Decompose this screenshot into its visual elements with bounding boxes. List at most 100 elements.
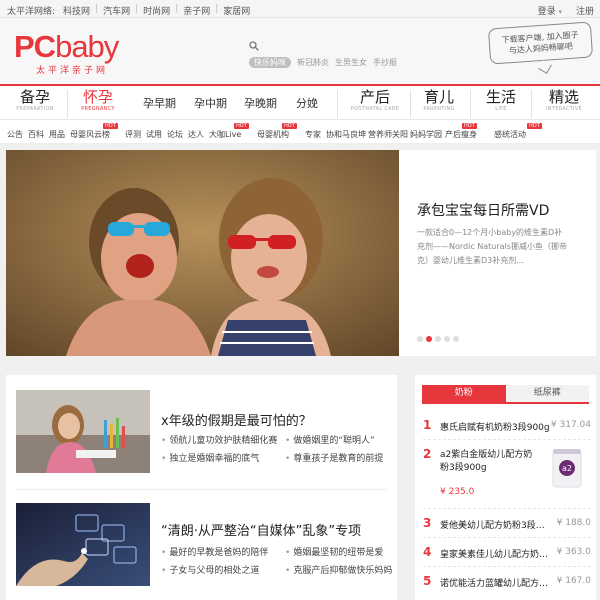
rank-number: 2	[423, 447, 432, 461]
channel-label: 生活	[485, 88, 516, 106]
site-logo[interactable]: PCbaby 太平洋亲子网	[14, 29, 119, 76]
tag-link[interactable]: 评测	[125, 129, 141, 140]
hot-badge: HOT	[103, 123, 118, 129]
slider-dot[interactable]	[417, 336, 423, 342]
slider-dots	[417, 336, 459, 342]
channel-life[interactable]: 生活 LIFE	[476, 89, 526, 119]
channel-sub-late[interactable]: 孕晚期	[244, 95, 277, 111]
tag-link[interactable]: 母婴机构	[257, 129, 289, 140]
network-link-auto[interactable]: 汽车网	[103, 4, 130, 17]
hot-badge: HOT	[462, 123, 477, 129]
divider	[67, 90, 68, 118]
article-sublink[interactable]: 婚姻最坚韧的纽带是爱	[285, 545, 383, 558]
channel-preparation[interactable]: 备孕 PREPARATION	[8, 89, 62, 119]
hot-word[interactable]: 快乐妈咪	[249, 57, 291, 68]
rank-number: 3	[423, 516, 432, 530]
article-title[interactable]: “清朗·从严整治“自媒体”乱象”专项	[161, 520, 361, 539]
app-download-bubble[interactable]: 下载客户端, 加入圈子 与达人妈妈畅聊吧	[487, 21, 594, 65]
site-header: PCbaby 太平洋亲子网 快乐妈咪 新冠肺炎 生男生女 手抄报 下载客户端, …	[0, 18, 600, 84]
article-sublink[interactable]: 尊重孩子是教育的前提	[285, 451, 383, 464]
channel-en-label: PREGNANCY	[81, 106, 115, 112]
login-link[interactable]: 登录 ▾	[538, 4, 562, 17]
tag-link[interactable]: 感统活动	[494, 129, 526, 140]
network-link-home[interactable]: 家居网	[223, 4, 250, 17]
logo-subtitle: 太平洋亲子网	[36, 66, 109, 76]
tag-link[interactable]: 营养师关阳	[368, 129, 408, 140]
tag-link[interactable]: 公告	[7, 129, 23, 140]
tag-link[interactable]: 专家	[305, 129, 321, 140]
hero-title[interactable]: 承包宝宝每日所需VD	[417, 200, 549, 220]
channel-interactive[interactable]: 精选 INTERACTIVE	[537, 89, 591, 119]
hot-word[interactable]: 新冠肺炎	[297, 57, 329, 68]
tag-link[interactable]: 妈妈学园	[410, 129, 442, 140]
logo-baby: baby	[55, 29, 119, 64]
search-icon[interactable]	[249, 41, 259, 51]
network-link-fashion[interactable]: 时尚网	[143, 4, 170, 17]
article-sublink[interactable]: 子女与父母的相处之道	[161, 563, 259, 576]
slider-dot[interactable]	[444, 336, 450, 342]
hot-word[interactable]: 生男生女	[335, 57, 367, 68]
rank-divider	[423, 439, 591, 440]
article-sublink[interactable]: 独立是婚姻幸福的底气	[161, 451, 259, 464]
slider-dot[interactable]	[435, 336, 441, 342]
product-ranking: 奶粉 纸尿裤 1 惠氏启赋有机奶粉3段900g ¥ 317.04 2 a2紫白金…	[415, 375, 596, 600]
article-sublink[interactable]: 领航儿童功效护肤精细化赛	[161, 433, 277, 446]
hero-image[interactable]	[6, 150, 399, 356]
hot-word[interactable]: 手抄报	[373, 57, 397, 68]
network-link-baby[interactable]: 亲子网	[183, 4, 210, 17]
rank-price: ¥ 167.0	[556, 576, 591, 586]
rank-number: 5	[423, 574, 432, 588]
tab-formula[interactable]: 奶粉	[422, 385, 506, 402]
article-sublink[interactable]: 做婚姻里的“聪明人”	[285, 433, 374, 446]
rank-divider	[423, 508, 591, 509]
tag-bar: 公告 百科 用品 母婴风云榜 HOT 评测 试用 论坛 达人 大咖Live HO…	[0, 120, 600, 144]
divider	[337, 90, 338, 118]
rank-product-name: 皇家美素佳儿幼儿配方奶粉3...	[440, 550, 550, 560]
tag-link[interactable]: 百科	[28, 129, 44, 140]
tag-link[interactable]: 协和马良坤	[326, 129, 366, 140]
channel-en-label: PREPARATION	[16, 106, 54, 112]
divider	[531, 90, 532, 118]
article-sublink[interactable]: 最好的早教是爸妈的陪伴	[161, 545, 268, 558]
ranking-item-featured[interactable]: 2 a2紫白金版幼儿配方奶粉3段900g ¥ 235.0 a2	[423, 447, 591, 505]
article-title[interactable]: x年级的假期是最可怕的？	[161, 410, 312, 429]
slider-dot[interactable]	[453, 336, 459, 342]
divider	[470, 90, 471, 118]
hero-slider: 承包宝宝每日所需VD 一款适合0—12个月小baby的维生素D补充剂——Nord…	[6, 150, 596, 356]
channel-en-label: LIFE	[495, 106, 507, 112]
article-thumbnail[interactable]	[16, 503, 150, 586]
tag-link[interactable]: 达人	[188, 129, 204, 140]
article-thumbnail[interactable]	[16, 390, 150, 473]
tag-link[interactable]: 母婴风云榜	[70, 129, 110, 140]
rank-product-name: 诺优能活力蓝罐幼儿配方奶...	[440, 579, 550, 589]
tag-link[interactable]: 试用	[146, 129, 162, 140]
search-input[interactable]	[263, 39, 453, 53]
channel-sub-middle[interactable]: 孕中期	[194, 95, 227, 111]
register-link[interactable]: 注册	[576, 4, 594, 17]
login-label: 登录	[537, 7, 556, 17]
rank-number: 1	[423, 418, 432, 432]
channel-postnatal[interactable]: 产后 POSTNATAL CARE	[343, 89, 407, 119]
hot-badge: HOT	[282, 123, 297, 129]
channel-sub-early[interactable]: 孕早期	[143, 95, 176, 111]
network-link-tech[interactable]: 科技网	[63, 4, 90, 17]
bubble-tail	[538, 60, 552, 74]
channel-sub-birth[interactable]: 分娩	[296, 95, 318, 111]
channel-parenting[interactable]: 育儿 PARENTING	[414, 89, 464, 119]
chevron-down-icon: ▾	[558, 8, 562, 16]
tag-link[interactable]: 用品	[49, 129, 65, 140]
channel-pregnancy[interactable]: 怀孕 PREGNANCY	[72, 89, 124, 119]
tab-diapers[interactable]: 纸尿裤	[505, 385, 589, 402]
hot-badge: HOT	[234, 123, 249, 129]
tag-link[interactable]: 大咖Live	[209, 129, 241, 140]
network-bar: 太平洋网络: 科技网 | 汽车网 | 时尚网 | 亲子网 | 家居网 登录 ▾ …	[0, 0, 600, 18]
rank-product-name: a2紫白金版幼儿配方奶粉3段900g	[440, 450, 533, 473]
article-divider	[16, 489, 387, 490]
channel-label: 产后	[359, 88, 390, 106]
tag-link[interactable]: 产后瘦身	[445, 129, 477, 140]
slider-dot-active[interactable]	[426, 336, 432, 342]
article-sublink[interactable]: 克服产后抑郁做快乐妈妈	[285, 563, 392, 576]
tag-link[interactable]: 论坛	[167, 129, 183, 140]
rank-divider	[423, 537, 591, 538]
channel-nav: 备孕 PREPARATION 怀孕 PREGNANCY 孕早期 孕中期 孕晚期 …	[0, 84, 600, 120]
